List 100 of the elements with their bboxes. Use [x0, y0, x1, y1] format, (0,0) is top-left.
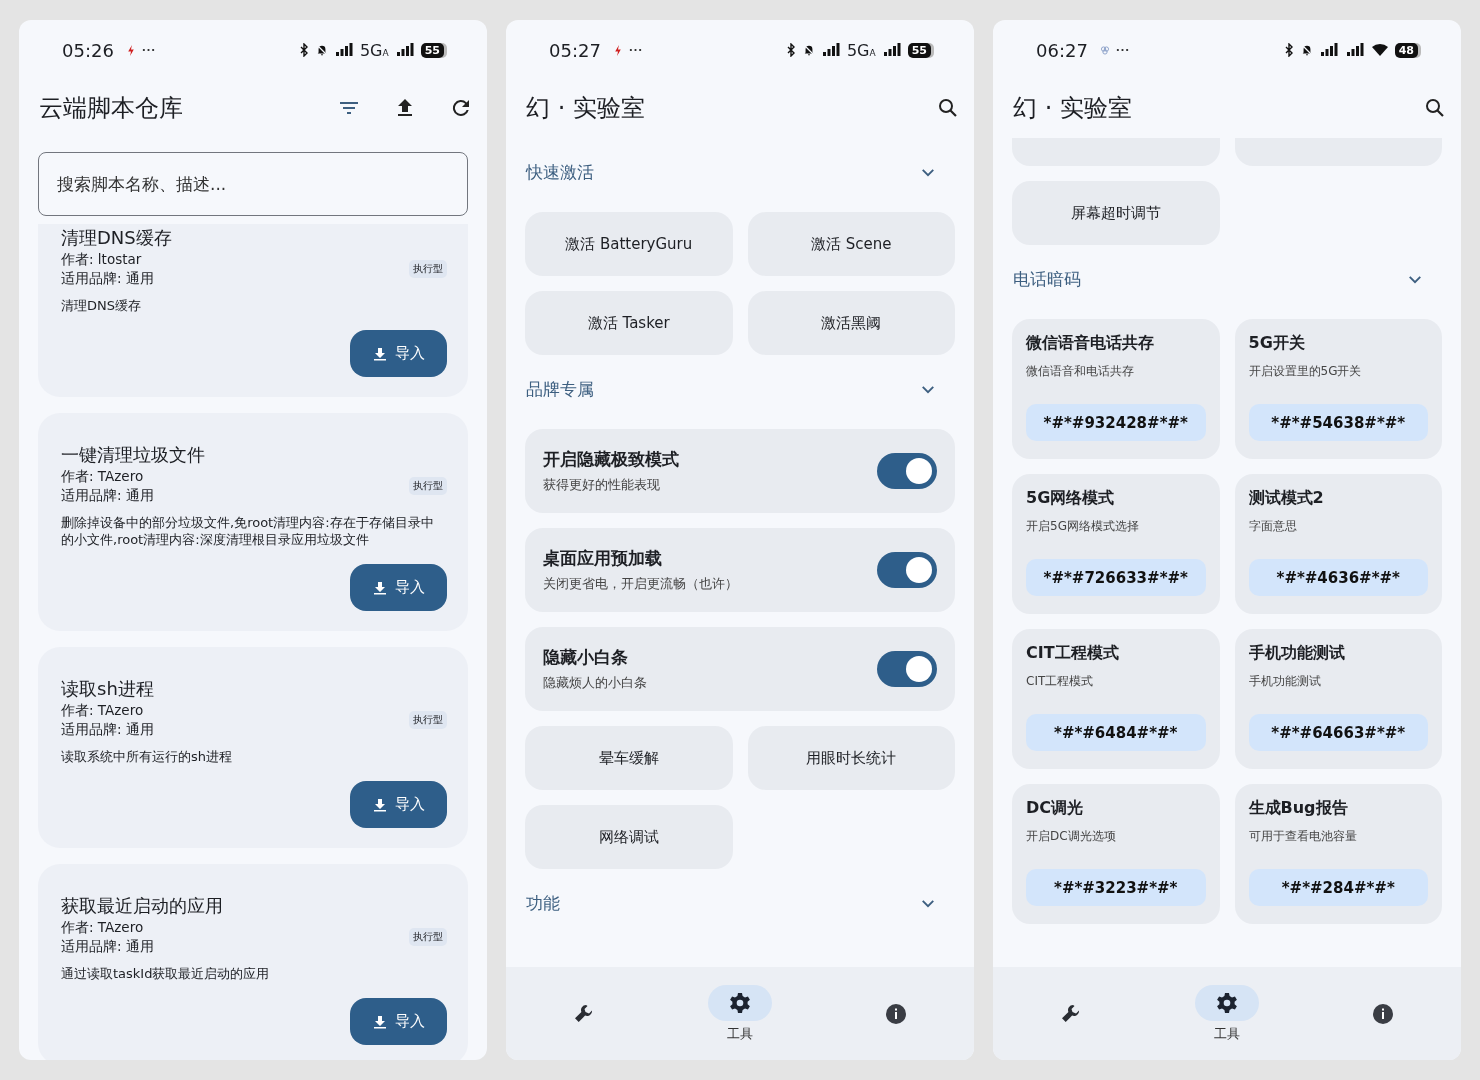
- signal-icon: [394, 43, 415, 57]
- script-brand: 适用品牌: 通用: [61, 269, 155, 288]
- code-title: 5G网络模式: [1026, 488, 1116, 509]
- download-icon: [372, 580, 387, 595]
- gear-icon: [1215, 990, 1239, 1015]
- more-icon: [628, 48, 642, 52]
- status-time: 05:27: [549, 39, 601, 61]
- code-description: 开启设置里的5G开关: [1248, 363, 1363, 380]
- code-button[interactable]: *#*#6484#*#*: [1026, 714, 1206, 751]
- code-title: DC调光: [1026, 798, 1085, 819]
- network-type: 5GA: [846, 40, 876, 60]
- code-title: 生成Bug报告: [1248, 798, 1349, 819]
- battery-level: 55: [907, 42, 931, 58]
- chevron-icon[interactable]: [921, 898, 935, 908]
- wifi-icon: [1370, 43, 1389, 57]
- toggle-row[interactable]: 隐藏小白条 隐藏烦人的小白条: [525, 627, 955, 711]
- script-description: 读取系统中所有运行的sh进程: [61, 748, 233, 765]
- gear-icon: [728, 990, 752, 1015]
- code-button[interactable]: *#*#54638#*#*: [1248, 404, 1428, 441]
- code-description: 手机功能测试: [1248, 673, 1322, 690]
- type-tag: 执行型: [409, 260, 447, 278]
- type-tag: 执行型: [409, 928, 447, 946]
- script-author: 作者: TAzero: [61, 467, 145, 486]
- script-brand: 适用品牌: 通用: [61, 937, 155, 956]
- code-title: 测试模式2: [1248, 488, 1325, 509]
- nav-label: 工具: [1214, 1024, 1240, 1043]
- toggle-switch[interactable]: [877, 453, 937, 489]
- download-icon: [372, 797, 387, 812]
- chevron-icon[interactable]: [1408, 274, 1422, 284]
- tool-button[interactable]: 屏幕超时调节: [1012, 181, 1220, 245]
- code-title: CIT工程模式: [1026, 643, 1120, 664]
- code-button[interactable]: *#*#284#*#*: [1248, 869, 1428, 906]
- toggle-row[interactable]: 开启隐藏极致模式 获得更好的性能表现: [525, 429, 955, 513]
- toggle-switch[interactable]: [877, 552, 937, 588]
- import-button[interactable]: 导入: [350, 781, 447, 828]
- section-title: 电话暗码: [1013, 267, 1081, 291]
- info-icon: [1371, 1001, 1395, 1026]
- code-description: 开启5G网络模式选择: [1026, 518, 1140, 535]
- signal-icon: [820, 43, 841, 57]
- code-description: 可用于查看电池容量: [1248, 828, 1358, 845]
- code-button[interactable]: *#*#726633#*#*: [1026, 559, 1206, 596]
- bell-muted-icon: [1300, 43, 1313, 57]
- toggle-label: 开启隐藏极致模式: [543, 448, 680, 471]
- search-field[interactable]: 搜索脚本名称、描述...: [38, 152, 468, 216]
- code-description: 开启DC调光选项: [1026, 828, 1117, 845]
- script-author: 作者: ltostar: [61, 250, 143, 269]
- tool-button[interactable]: 激活黑阈: [747, 291, 955, 355]
- toggle-row[interactable]: 桌面应用预加载 关闭更省电，开启更流畅（也许）: [525, 528, 955, 612]
- tool-button[interactable]: 用眼时长统计: [747, 726, 955, 790]
- code-button[interactable]: *#*#4636#*#*: [1248, 559, 1428, 596]
- status-time: 06:27: [1036, 39, 1088, 61]
- code-description: CIT工程模式: [1026, 673, 1095, 690]
- more-icon: [1115, 48, 1129, 52]
- toggle-description: 隐藏烦人的小白条: [543, 674, 648, 692]
- battery-level: 55: [420, 42, 444, 58]
- section-title: 快速激活: [526, 160, 594, 184]
- tool-button[interactable]: 激活 Tasker: [525, 291, 733, 355]
- code-button[interactable]: *#*#64663#*#*: [1248, 714, 1428, 751]
- tool-button[interactable]: 激活 BatteryGuru: [525, 212, 733, 276]
- code-description: 微信语音和电话共存: [1026, 363, 1135, 380]
- download-icon: [372, 346, 387, 361]
- download-icon: [372, 1014, 387, 1029]
- code-button[interactable]: *#*#3223#*#*: [1026, 869, 1206, 906]
- script-title: 清理DNS缓存: [61, 226, 173, 250]
- flower-icon: [1099, 43, 1110, 57]
- script-author: 作者: TAzero: [61, 918, 145, 937]
- type-tag: 执行型: [409, 477, 447, 495]
- script-title: 一键清理垃圾文件: [61, 443, 206, 467]
- app-title: 云端脚本仓库: [39, 93, 184, 124]
- bell-muted-icon: [802, 43, 815, 57]
- app-title: 幻 · 实验室: [1013, 93, 1133, 124]
- battery-level: 48: [1394, 42, 1418, 58]
- chevron-icon[interactable]: [921, 167, 935, 177]
- import-button[interactable]: 导入: [350, 330, 447, 377]
- nav-tab[interactable]: [708, 984, 772, 1021]
- signal-icon: [881, 43, 902, 57]
- toggle-label: 隐藏小白条: [543, 646, 629, 669]
- section-title: 品牌专属: [526, 377, 594, 401]
- tool-button[interactable]: 网络调试: [525, 805, 733, 869]
- code-title: 微信语音电话共存: [1026, 333, 1155, 354]
- chevron-icon[interactable]: [921, 384, 935, 394]
- nav-tab[interactable]: [1195, 984, 1259, 1021]
- tool-button[interactable]: 激活 Scene: [747, 212, 955, 276]
- app-title: 幻 · 实验室: [526, 93, 646, 124]
- tool-button[interactable]: 晕车缓解: [525, 726, 733, 790]
- import-button[interactable]: 导入: [350, 564, 447, 611]
- script-description: 通过读取taskId获取最近启动的应用: [61, 965, 271, 982]
- toggle-switch[interactable]: [877, 651, 937, 687]
- code-button[interactable]: *#*#932428#*#*: [1026, 404, 1206, 441]
- script-title: 获取最近启动的应用: [61, 894, 224, 918]
- signal-icon: [1344, 43, 1365, 57]
- type-tag: 执行型: [409, 711, 447, 729]
- section-title: 功能: [526, 891, 560, 915]
- import-button[interactable]: 导入: [350, 998, 447, 1045]
- script-description: 删除掉设备中的部分垃圾文件,免root清理内容:存在于存储目录中的小文件,root清理内容:深度清理根目录应用垃圾文件: [61, 514, 435, 548]
- toggle-label: 桌面应用预加载: [543, 547, 663, 570]
- info-icon: [884, 1001, 908, 1026]
- signal-icon: [1318, 43, 1339, 57]
- toggle-description: 关闭更省电，开启更流畅（也许）: [543, 575, 739, 593]
- script-title: 读取sh进程: [61, 677, 155, 701]
